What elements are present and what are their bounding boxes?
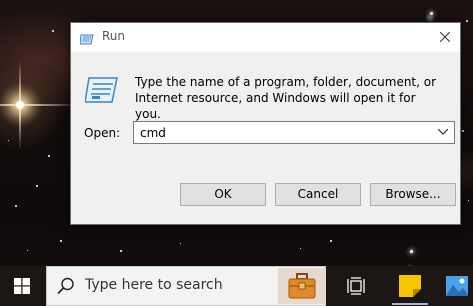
open-combobox[interactable] [133,121,455,144]
search-box[interactable]: Type here to search [46,266,326,306]
star [52,30,54,32]
photos-button[interactable] [440,266,473,306]
star [120,250,122,252]
close-button[interactable] [430,23,460,52]
windows-logo-icon [14,278,30,294]
briefcase-button[interactable] [278,268,326,304]
star [8,140,9,141]
star [468,200,469,201]
open-label: Open: [84,126,121,140]
ok-button[interactable]: OK [180,183,266,206]
run-dialog: Run Type the name of a program, folder, … [70,22,461,225]
run-app-icon [84,75,119,105]
desktop-wallpaper: Run Type the name of a program, folder, … [0,0,473,306]
star [466,20,468,22]
title-bar[interactable]: Run [71,23,460,52]
star [15,205,17,207]
briefcase-icon [288,273,316,299]
star [27,250,28,251]
dropdown-button[interactable] [435,124,452,141]
star-flare [0,104,80,106]
open-input[interactable] [137,124,433,141]
dialog-description: Type the name of a program, folder, docu… [135,75,437,121]
bright-star [16,101,24,109]
cancel-button[interactable]: Cancel [275,183,361,206]
star [60,240,62,242]
sticky-notes-button[interactable] [390,266,430,306]
star [330,240,332,242]
star [36,185,38,187]
photos-icon [446,276,468,296]
star [410,250,413,253]
browse-button[interactable]: Browse... [370,183,456,206]
sticky-notes-icon [399,275,421,297]
close-icon [440,32,450,42]
search-placeholder: Type here to search [85,277,223,293]
run-icon [79,31,95,45]
star [180,243,181,244]
task-view-icon [347,277,365,295]
active-indicator [392,303,428,305]
star [430,12,433,15]
start-button[interactable] [0,266,46,306]
task-view-button[interactable] [335,266,375,306]
chevron-down-icon [438,129,448,135]
star [48,155,50,157]
star [462,130,464,132]
search-icon [57,277,75,299]
taskbar: Type here to search [0,266,473,306]
dialog-title: Run [102,29,126,43]
star [300,248,301,249]
